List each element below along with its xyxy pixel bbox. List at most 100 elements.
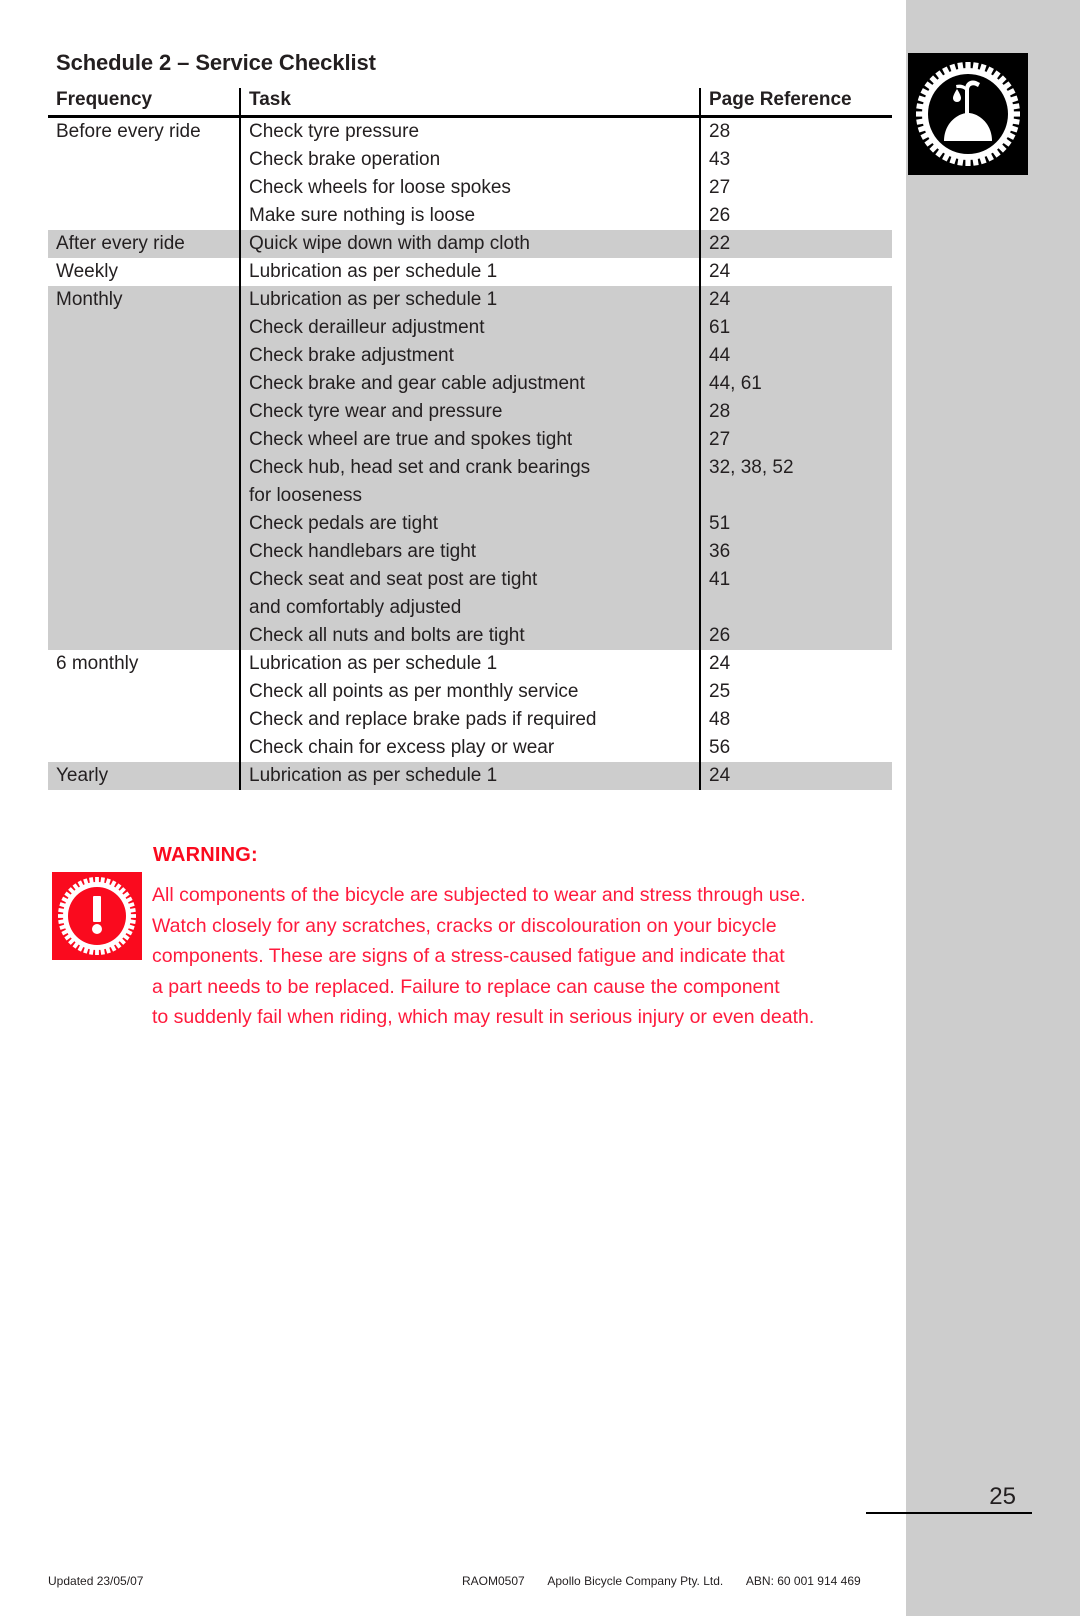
cell-page-reference: 43 (699, 146, 892, 174)
cell-page-reference: 28 (699, 116, 892, 146)
column-header-frequency: Frequency (48, 88, 240, 118)
footer-imprint: RAOM0507 Apollo Bicycle Company Pty. Ltd… (462, 1574, 861, 1588)
cell-page-reference (699, 594, 892, 622)
warning-line: a part needs to be replaced. Failure to … (152, 975, 780, 998)
cell-page-reference: 26 (699, 202, 892, 230)
cell-page-reference: 44, 61 (699, 370, 892, 398)
cell-page-reference: 24 (699, 762, 892, 790)
cell-page-reference: 24 (699, 650, 892, 678)
table-row: Weekly Lubrication as per schedule 1 24 (48, 258, 892, 286)
cell-frequency (48, 342, 240, 370)
cell-task: Make sure nothing is loose (239, 202, 700, 230)
cell-task: and comfortably adjusted (239, 594, 700, 622)
cell-page-reference: 56 (699, 734, 892, 762)
table-row: Check seat and seat post are tight 41 (48, 566, 892, 594)
service-checklist-body: Before every ride Check tyre pressure 28 Ch… (48, 116, 892, 790)
column-header-page-reference: Page Reference (699, 88, 892, 118)
table-row: Check tyre wear and pressure 28 (48, 398, 892, 426)
table-row: 6 monthly Lubrication as per schedule 1 24 (48, 650, 892, 678)
warning-body: All components of the bicycle are subjec… (152, 880, 892, 1033)
cell-page-reference: 25 (699, 678, 892, 706)
table-row: Check all points as per monthly service 2… (48, 678, 892, 706)
table-row: Check wheel are true and spokes tight 27 (48, 426, 892, 454)
cell-task: Lubrication as per schedule 1 (239, 650, 700, 678)
right-gray-band (906, 0, 1080, 1616)
table-header-row: Frequency Task Page Reference (48, 88, 892, 118)
cell-task: Check hub, head set and crank bearings (239, 454, 700, 482)
table-row: Check hub, head set and crank bearings 32… (48, 454, 892, 482)
cell-page-reference: 44 (699, 342, 892, 370)
cell-task: Check wheel are true and spokes tight (239, 426, 700, 454)
cell-frequency (48, 146, 240, 174)
cell-frequency: Before every ride (48, 116, 240, 146)
warning-title: WARNING: (153, 844, 258, 866)
table-row: Check handlebars are tight 36 (48, 538, 892, 566)
cell-page-reference: 22 (699, 230, 892, 258)
table-row: Check and replace brake pads if required… (48, 706, 892, 734)
service-checklist-table: Frequency Task Page Reference Before eve… (48, 88, 892, 790)
footer-doc-code: RAOM0507 (462, 1574, 525, 1588)
column-header-task: Task (239, 88, 700, 118)
cell-page-reference: 24 (699, 286, 892, 314)
cell-task: Check tyre wear and pressure (239, 398, 700, 426)
cell-task: Check all points as per monthly service (239, 678, 700, 706)
cell-page-reference: 48 (699, 706, 892, 734)
cell-page-reference: 28 (699, 398, 892, 426)
cell-frequency (48, 202, 240, 230)
cell-task: Check brake operation (239, 146, 700, 174)
cell-task: Check and replace brake pads if required (239, 706, 700, 734)
cell-page-reference: 27 (699, 174, 892, 202)
oil-can-in-cog-logo (908, 53, 1028, 175)
cell-frequency: Weekly (48, 258, 240, 286)
table-row: Check pedals are tight 51 (48, 510, 892, 538)
warning-line: Watch closely for any scratches, cracks … (152, 914, 777, 937)
exclamation-in-cog-icon (52, 872, 142, 960)
cell-frequency (48, 734, 240, 762)
cell-task: Check brake and gear cable adjustment (239, 370, 700, 398)
cell-frequency (48, 622, 240, 650)
cell-task: Check handlebars are tight (239, 538, 700, 566)
cell-frequency (48, 314, 240, 342)
warning-line: to suddenly fail when riding, which may … (152, 1006, 815, 1028)
cell-page-reference: 26 (699, 622, 892, 650)
table-row: Check brake and gear cable adjustment 44,… (48, 370, 892, 398)
cell-page-reference (699, 482, 892, 510)
cell-page-reference: 24 (699, 258, 892, 286)
cell-task: Check brake adjustment (239, 342, 700, 370)
cell-page-reference: 51 (699, 510, 892, 538)
table-row: Before every ride Check tyre pressure 28 (48, 116, 892, 146)
cell-task: Lubrication as per schedule 1 (239, 286, 700, 314)
page-number: 25 (866, 1483, 1032, 1514)
cell-frequency (48, 370, 240, 398)
cell-task: Check tyre pressure (239, 116, 700, 146)
cell-page-reference: 36 (699, 538, 892, 566)
cell-task: Check all nuts and bolts are tight (239, 622, 700, 650)
cell-frequency (48, 566, 240, 594)
cell-frequency: Monthly (48, 286, 240, 314)
page-title: Schedule 2 – Service Checklist (56, 50, 376, 75)
cell-task: Check chain for excess play or wear (239, 734, 700, 762)
cell-frequency: 6 monthly (48, 650, 240, 678)
table-row: Check chain for excess play or wear 56 (48, 734, 892, 762)
cell-frequency (48, 678, 240, 706)
warning-line: All components of the bicycle are subjec… (152, 884, 806, 906)
cell-page-reference: 27 (699, 426, 892, 454)
cell-frequency (48, 482, 240, 510)
cell-task: Check seat and seat post are tight (239, 566, 700, 594)
cell-frequency (48, 454, 240, 482)
table-row: Check brake operation 43 (48, 146, 892, 174)
cell-page-reference: 32, 38, 52 (699, 454, 892, 482)
cell-frequency: After every ride (48, 230, 240, 258)
table-row: After every ride Quick wipe down with dam… (48, 230, 892, 258)
footer-company: Apollo Bicycle Company Pty. Ltd. (547, 1574, 724, 1588)
cell-task: Check derailleur adjustment (239, 314, 700, 342)
cell-task: Quick wipe down with damp cloth (239, 230, 700, 258)
table-row: Yearly Lubrication as per schedule 1 24 (48, 762, 892, 790)
table-row: Check derailleur adjustment 61 (48, 314, 892, 342)
cell-frequency (48, 174, 240, 202)
document-page: Schedule 2 – Service Checklist Frequency… (0, 0, 1080, 1616)
cell-frequency (48, 426, 240, 454)
table-row: Check wheels for loose spokes 27 (48, 174, 892, 202)
table-row: Check all nuts and bolts are tight 26 (48, 622, 892, 650)
cell-page-reference: 41 (699, 566, 892, 594)
